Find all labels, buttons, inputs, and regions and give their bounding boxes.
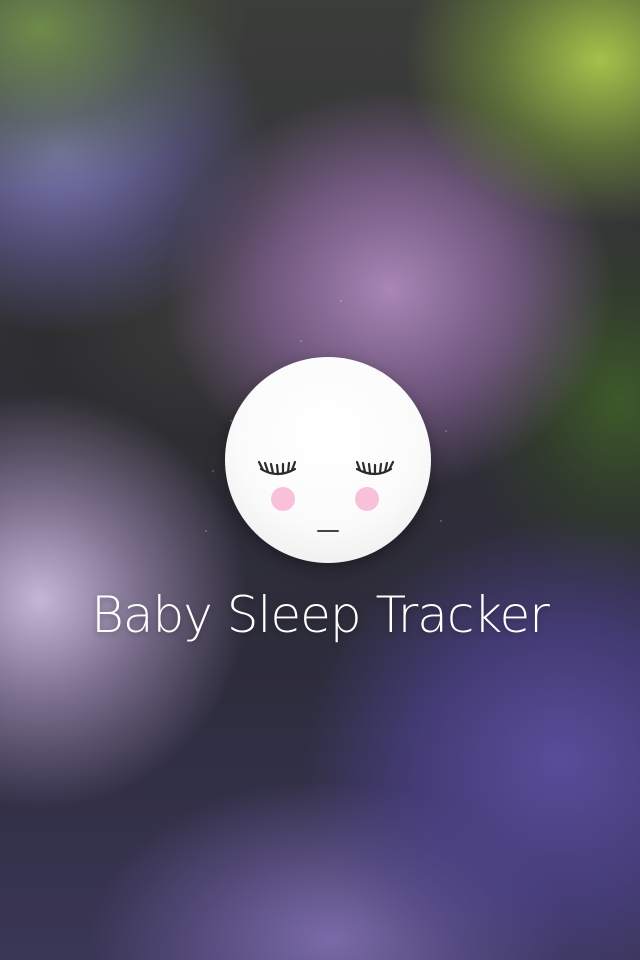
right-closed-eye-icon	[355, 460, 395, 476]
sparkle	[212, 470, 214, 472]
sleeping-baby-face-icon	[257, 460, 395, 532]
left-closed-eye-icon	[257, 460, 297, 476]
sparkle	[300, 340, 302, 342]
app-title: Baby Sleep Tracker	[91, 586, 550, 644]
sparkle	[340, 300, 342, 302]
app-logo	[225, 357, 431, 563]
sparkle	[440, 520, 442, 522]
left-cheek	[271, 487, 295, 511]
sparkle	[205, 530, 207, 532]
right-cheek	[355, 487, 379, 511]
sparkle	[445, 430, 447, 432]
